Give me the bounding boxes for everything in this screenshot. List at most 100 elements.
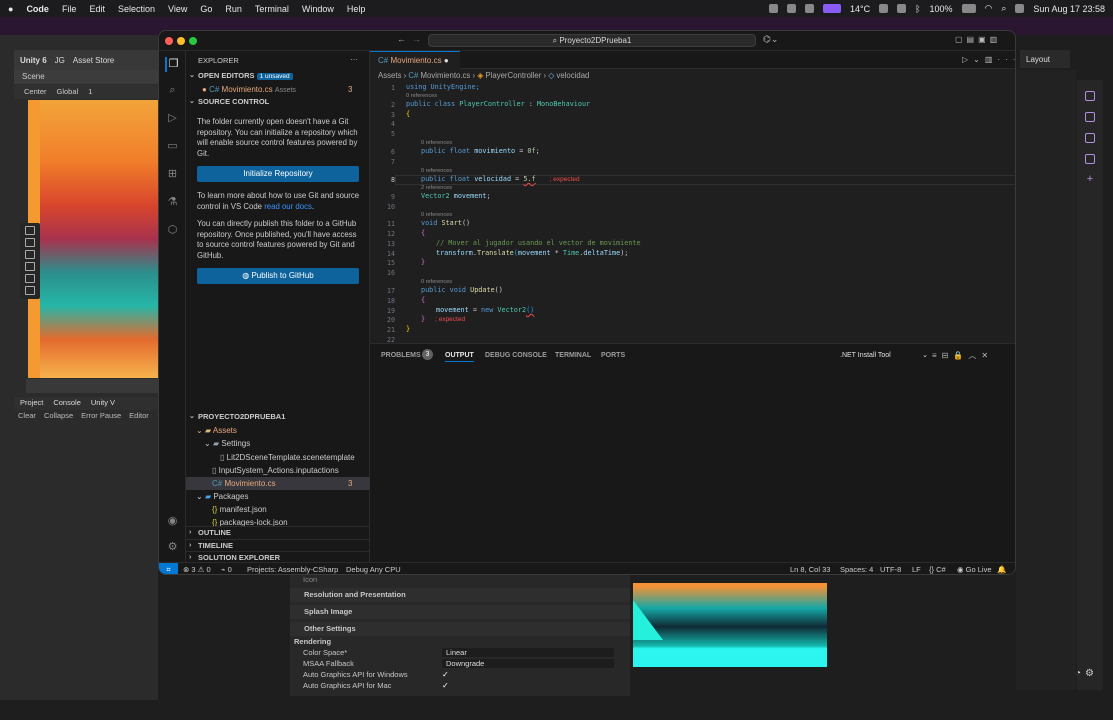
grid-value[interactable]: 1 [88, 87, 92, 97]
run-debug-icon[interactable]: ▷ [165, 111, 180, 126]
editor-actions-icons[interactable]: ▷⌄▥··· [962, 55, 1015, 64]
layout-dropdown[interactable]: Layout [1020, 50, 1070, 68]
initialize-repository-button[interactable]: Initialize Repository [197, 166, 359, 182]
minimize-window-icon[interactable] [177, 37, 185, 45]
tab-console[interactable]: Console [53, 398, 81, 409]
codelens-references[interactable]: 2 references [421, 185, 452, 191]
scene-tab[interactable]: Scene [14, 70, 158, 84]
publish-to-github-button[interactable]: ◍ Publish to GitHub [197, 268, 359, 284]
codelens-references[interactable]: 0 references [421, 140, 452, 146]
tab-debug-console[interactable]: DEBUG CONSOLE [485, 352, 547, 359]
tool-icon[interactable] [1085, 91, 1095, 101]
menu-view[interactable]: View [168, 4, 187, 14]
debug-config-status[interactable]: Debug Any CPU [346, 563, 401, 574]
menu-help[interactable]: Help [347, 4, 366, 14]
scene-view-art[interactable] [28, 100, 158, 378]
tree-folder-settings[interactable]: ⌄ ▰ Settings [204, 437, 250, 450]
problems-status[interactable]: ⊗ 3 ⚠ 0 [183, 563, 211, 574]
maximize-window-icon[interactable] [189, 37, 197, 45]
bluetooth-icon[interactable]: ᛒ [915, 4, 920, 14]
open-editors-header[interactable]: ⌄ OPEN EDITORS 1 unsaved [186, 70, 370, 82]
space-dropdown[interactable]: Global [57, 87, 79, 97]
timeline-header[interactable]: › TIMELINE [186, 539, 370, 551]
account-icon[interactable]: ◉ [165, 514, 180, 529]
error-pause-button[interactable]: Error Pause [81, 411, 121, 421]
source-control-header[interactable]: ⌄ SOURCE CONTROL [186, 96, 370, 108]
section-other-settings[interactable]: Other Settings [290, 622, 630, 636]
back-arrow-icon[interactable]: ← [397, 34, 406, 44]
codelens-references[interactable]: 0 references [421, 168, 452, 174]
tab-ports[interactable]: PORTS [601, 352, 625, 359]
hand-tool-icon[interactable] [25, 226, 35, 235]
auto-api-windows-checkbox[interactable]: ✓ [442, 670, 451, 679]
outline-header[interactable]: › OUTLINE [186, 526, 370, 538]
menu-file[interactable]: File [62, 4, 77, 14]
go-live-button[interactable]: ◉ Go Live [957, 563, 992, 574]
editor-dropdown[interactable]: Editor [129, 411, 149, 421]
cursor-position[interactable]: Ln 8, Col 33 [790, 563, 830, 574]
remote-explorer-icon[interactable]: ▭ [165, 139, 180, 154]
breadcrumb-item[interactable]: Movimiento.cs [420, 71, 470, 80]
account-button[interactable]: JG [55, 56, 65, 65]
language-status[interactable]: {} C# [929, 563, 946, 574]
editor-tab-movimiento[interactable]: C# Movimiento.cs ● [370, 51, 460, 69]
section-splash[interactable]: Splash Image [290, 605, 630, 619]
breadcrumb-item[interactable]: PlayerController [485, 71, 541, 80]
tool-icon[interactable] [1085, 112, 1095, 122]
projects-status[interactable]: Projects: Assembly-CSharp [247, 563, 338, 574]
tree-file-inputactions[interactable]: ▯ InputSystem_Actions.inputactions [212, 464, 339, 477]
tree-folder-packages[interactable]: ⌄ ▰ Packages [196, 490, 248, 503]
menu-go[interactable]: Go [200, 4, 212, 14]
clock-text[interactable]: Sun Aug 17 23:58 [1033, 4, 1105, 14]
status-app-icon[interactable] [897, 4, 907, 13]
notifications-bell-icon[interactable]: 🔔 [997, 563, 1006, 574]
menu-edit[interactable]: Edit [89, 4, 105, 14]
move-tool-icon[interactable] [25, 238, 35, 247]
eol-status[interactable]: LF [912, 563, 921, 574]
tab-unity-version[interactable]: Unity V [91, 398, 115, 409]
panel-actions-icons[interactable]: ≡⊟🔒︿✕ [932, 350, 993, 361]
encoding-status[interactable]: UTF-8 [880, 563, 901, 574]
settings-icon[interactable]: ⚙ [1085, 668, 1094, 692]
section-resolution[interactable]: Resolution and Presentation [290, 588, 630, 602]
tab-problems[interactable]: PROBLEMS [381, 352, 421, 359]
docker-icon[interactable]: ⬡ [165, 223, 180, 238]
icon-section[interactable]: Icon [290, 574, 630, 585]
tool-icon[interactable] [1085, 154, 1095, 164]
tree-file-manifest[interactable]: {} manifest.json [212, 503, 267, 516]
status-app-icon[interactable] [879, 4, 889, 13]
tree-file-movimiento[interactable]: C# Movimiento.cs 3 [186, 477, 370, 490]
ports-status[interactable]: ⌁ 0 [221, 563, 232, 574]
copilot-icon[interactable]: ⌬⌄ [763, 34, 778, 45]
codelens-references[interactable]: 0 references [421, 212, 452, 218]
menu-app[interactable]: Code [26, 4, 49, 14]
transform-tool-icon[interactable] [25, 286, 35, 295]
battery-text[interactable]: 100% [929, 4, 952, 14]
color-space-dropdown[interactable]: Linear [442, 648, 614, 657]
clear-button[interactable]: Clear [18, 411, 36, 421]
bell-icon[interactable]: ◔ [1075, 668, 1081, 692]
more-actions-icon[interactable]: ··· [350, 55, 358, 64]
status-app-icon[interactable] [822, 4, 841, 13]
menu-selection[interactable]: Selection [118, 4, 155, 14]
asset-store-button[interactable]: Asset Store [73, 56, 114, 65]
menu-run[interactable]: Run [225, 4, 242, 14]
status-app-icon[interactable] [768, 4, 778, 13]
testing-icon[interactable]: ⚗ [165, 195, 180, 210]
battery-icon[interactable] [961, 4, 976, 13]
output-channel-select[interactable]: .NET Install Tool ⌄ [836, 350, 932, 362]
collapse-button[interactable]: Collapse [44, 411, 73, 421]
msaa-dropdown[interactable]: Downgrade [442, 659, 614, 668]
scale-tool-icon[interactable] [25, 262, 35, 271]
tab-project[interactable]: Project [20, 398, 43, 409]
indentation-status[interactable]: Spaces: 4 [840, 563, 873, 574]
manage-gear-icon[interactable]: ⚙ [165, 540, 180, 555]
game-view-art[interactable] [633, 583, 827, 667]
apple-icon[interactable]: ● [8, 4, 13, 14]
tree-file-scenetemplate[interactable]: ▯ Lit2DSceneTemplate.scenetemplate [220, 451, 355, 464]
breadcrumb-item[interactable]: velocidad [556, 71, 589, 80]
control-center-icon[interactable] [1015, 4, 1025, 13]
tab-output[interactable]: OUTPUT [445, 352, 474, 362]
project-header[interactable]: ⌄ PROYECTO2DPRUEBA1 [186, 411, 370, 423]
menu-terminal[interactable]: Terminal [255, 4, 289, 14]
